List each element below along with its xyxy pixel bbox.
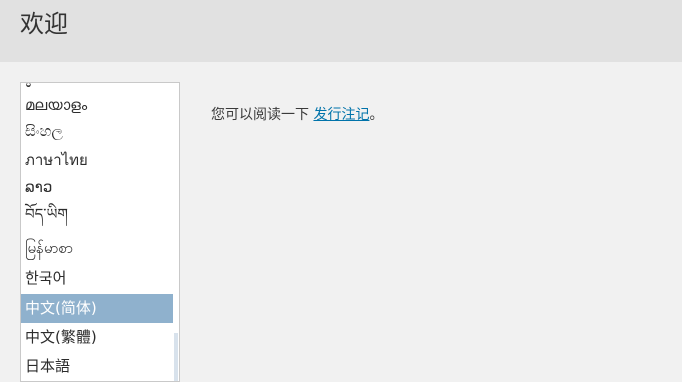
message-text-before: 您可以阅读一下 xyxy=(211,107,314,123)
language-option-malayalam[interactable]: മലയാളം xyxy=(21,91,179,120)
language-option-burmese[interactable]: မြန်မာစာ xyxy=(21,234,179,263)
header: 欢迎 xyxy=(0,0,682,62)
language-list[interactable]: ಕ മലയാളം සිංහල ภาษาไทย ລາວ བོད་ཡིག မြန်မ… xyxy=(20,82,180,382)
language-list-scrollbar[interactable] xyxy=(173,83,179,381)
language-option-chinese-traditional[interactable]: 中文(繁體) xyxy=(21,323,179,352)
language-option-japanese[interactable]: 日本語 xyxy=(21,352,179,381)
language-option-thai[interactable]: ภาษาไทย xyxy=(21,146,179,175)
language-option-korean[interactable]: 한국어 xyxy=(21,264,179,293)
language-option-lao[interactable]: ລາວ xyxy=(21,173,179,202)
page-title: 欢迎 xyxy=(20,10,68,38)
message-text-after: 。 xyxy=(369,107,384,123)
scrollbar-thumb[interactable] xyxy=(174,333,178,381)
language-option-tibetan[interactable]: བོད་ཡིག xyxy=(21,200,179,229)
language-option-sinhala[interactable]: සිංහල xyxy=(21,117,179,146)
language-option-chinese-simplified[interactable]: 中文(简体) xyxy=(21,294,179,323)
release-notes-link[interactable]: 发行注记 xyxy=(313,107,369,123)
release-notes-message: 您可以阅读一下 发行注记。 xyxy=(211,104,383,126)
